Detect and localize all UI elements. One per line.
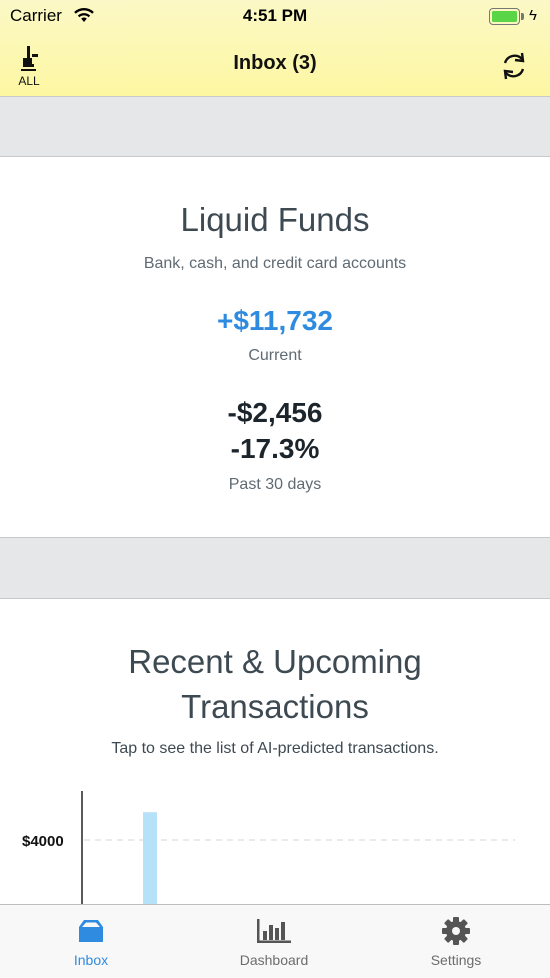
bars-group (143, 812, 157, 904)
nav-bar: ALL Inbox (3) (0, 34, 550, 96)
tab-dashboard-label: Dashboard (239, 952, 309, 968)
liquid-funds-subtitle: Bank, cash, and credit card accounts (143, 255, 407, 272)
liquid-funds-title: Liquid Funds (180, 201, 370, 238)
liquid-funds-card[interactable]: Liquid Funds Bank, cash, and credit card… (0, 157, 550, 537)
current-balance: +$11,732 (216, 305, 334, 336)
bar-chart-icon (257, 919, 291, 943)
tab-dashboard[interactable]: Dashboard (199, 905, 349, 978)
refresh-button[interactable] (497, 49, 531, 83)
gear-icon (442, 917, 470, 945)
refresh-icon (503, 52, 525, 80)
inbox-icon (79, 920, 103, 942)
section-divider (0, 537, 550, 599)
tab-bar: Inbox Dashboard Settings (0, 904, 550, 978)
transactions-chart: $4000 (22, 791, 515, 904)
status-bar: Carrier 4:51 PM ϟ (0, 0, 550, 34)
change-percent: -17.3% (230, 433, 320, 464)
transactions-title-line2: Transactions (181, 688, 369, 725)
period-label: Past 30 days (228, 476, 322, 493)
section-divider (0, 97, 550, 157)
header: Carrier 4:51 PM ϟ ALL Inbox (3) (0, 0, 550, 97)
clock: 4:51 PM (242, 6, 308, 25)
chart-bar (143, 812, 157, 904)
tab-settings-label: Settings (430, 952, 482, 968)
current-label: Current (248, 347, 302, 364)
tab-inbox[interactable]: Inbox (16, 905, 166, 978)
change-amount: -$2,456 (227, 397, 323, 428)
tab-settings[interactable]: Settings (381, 905, 531, 978)
tab-inbox-label: Inbox (73, 952, 109, 968)
page-title: Inbox (3) (233, 52, 317, 74)
charging-icon: ϟ (529, 7, 537, 24)
y-tick-label: $4000 (22, 833, 64, 850)
transactions-title-line1: Recent & Upcoming (128, 643, 422, 680)
transactions-subtitle: Tap to see the list of AI-predicted tran… (111, 740, 439, 757)
app-screen: Carrier 4:51 PM ϟ ALL Inbox (3) Liquid F… (0, 0, 550, 978)
transactions-card[interactable]: Recent & Upcoming Transactions Tap to se… (0, 599, 550, 904)
filter-all-label: ALL (18, 74, 40, 88)
battery-icon (489, 8, 525, 25)
